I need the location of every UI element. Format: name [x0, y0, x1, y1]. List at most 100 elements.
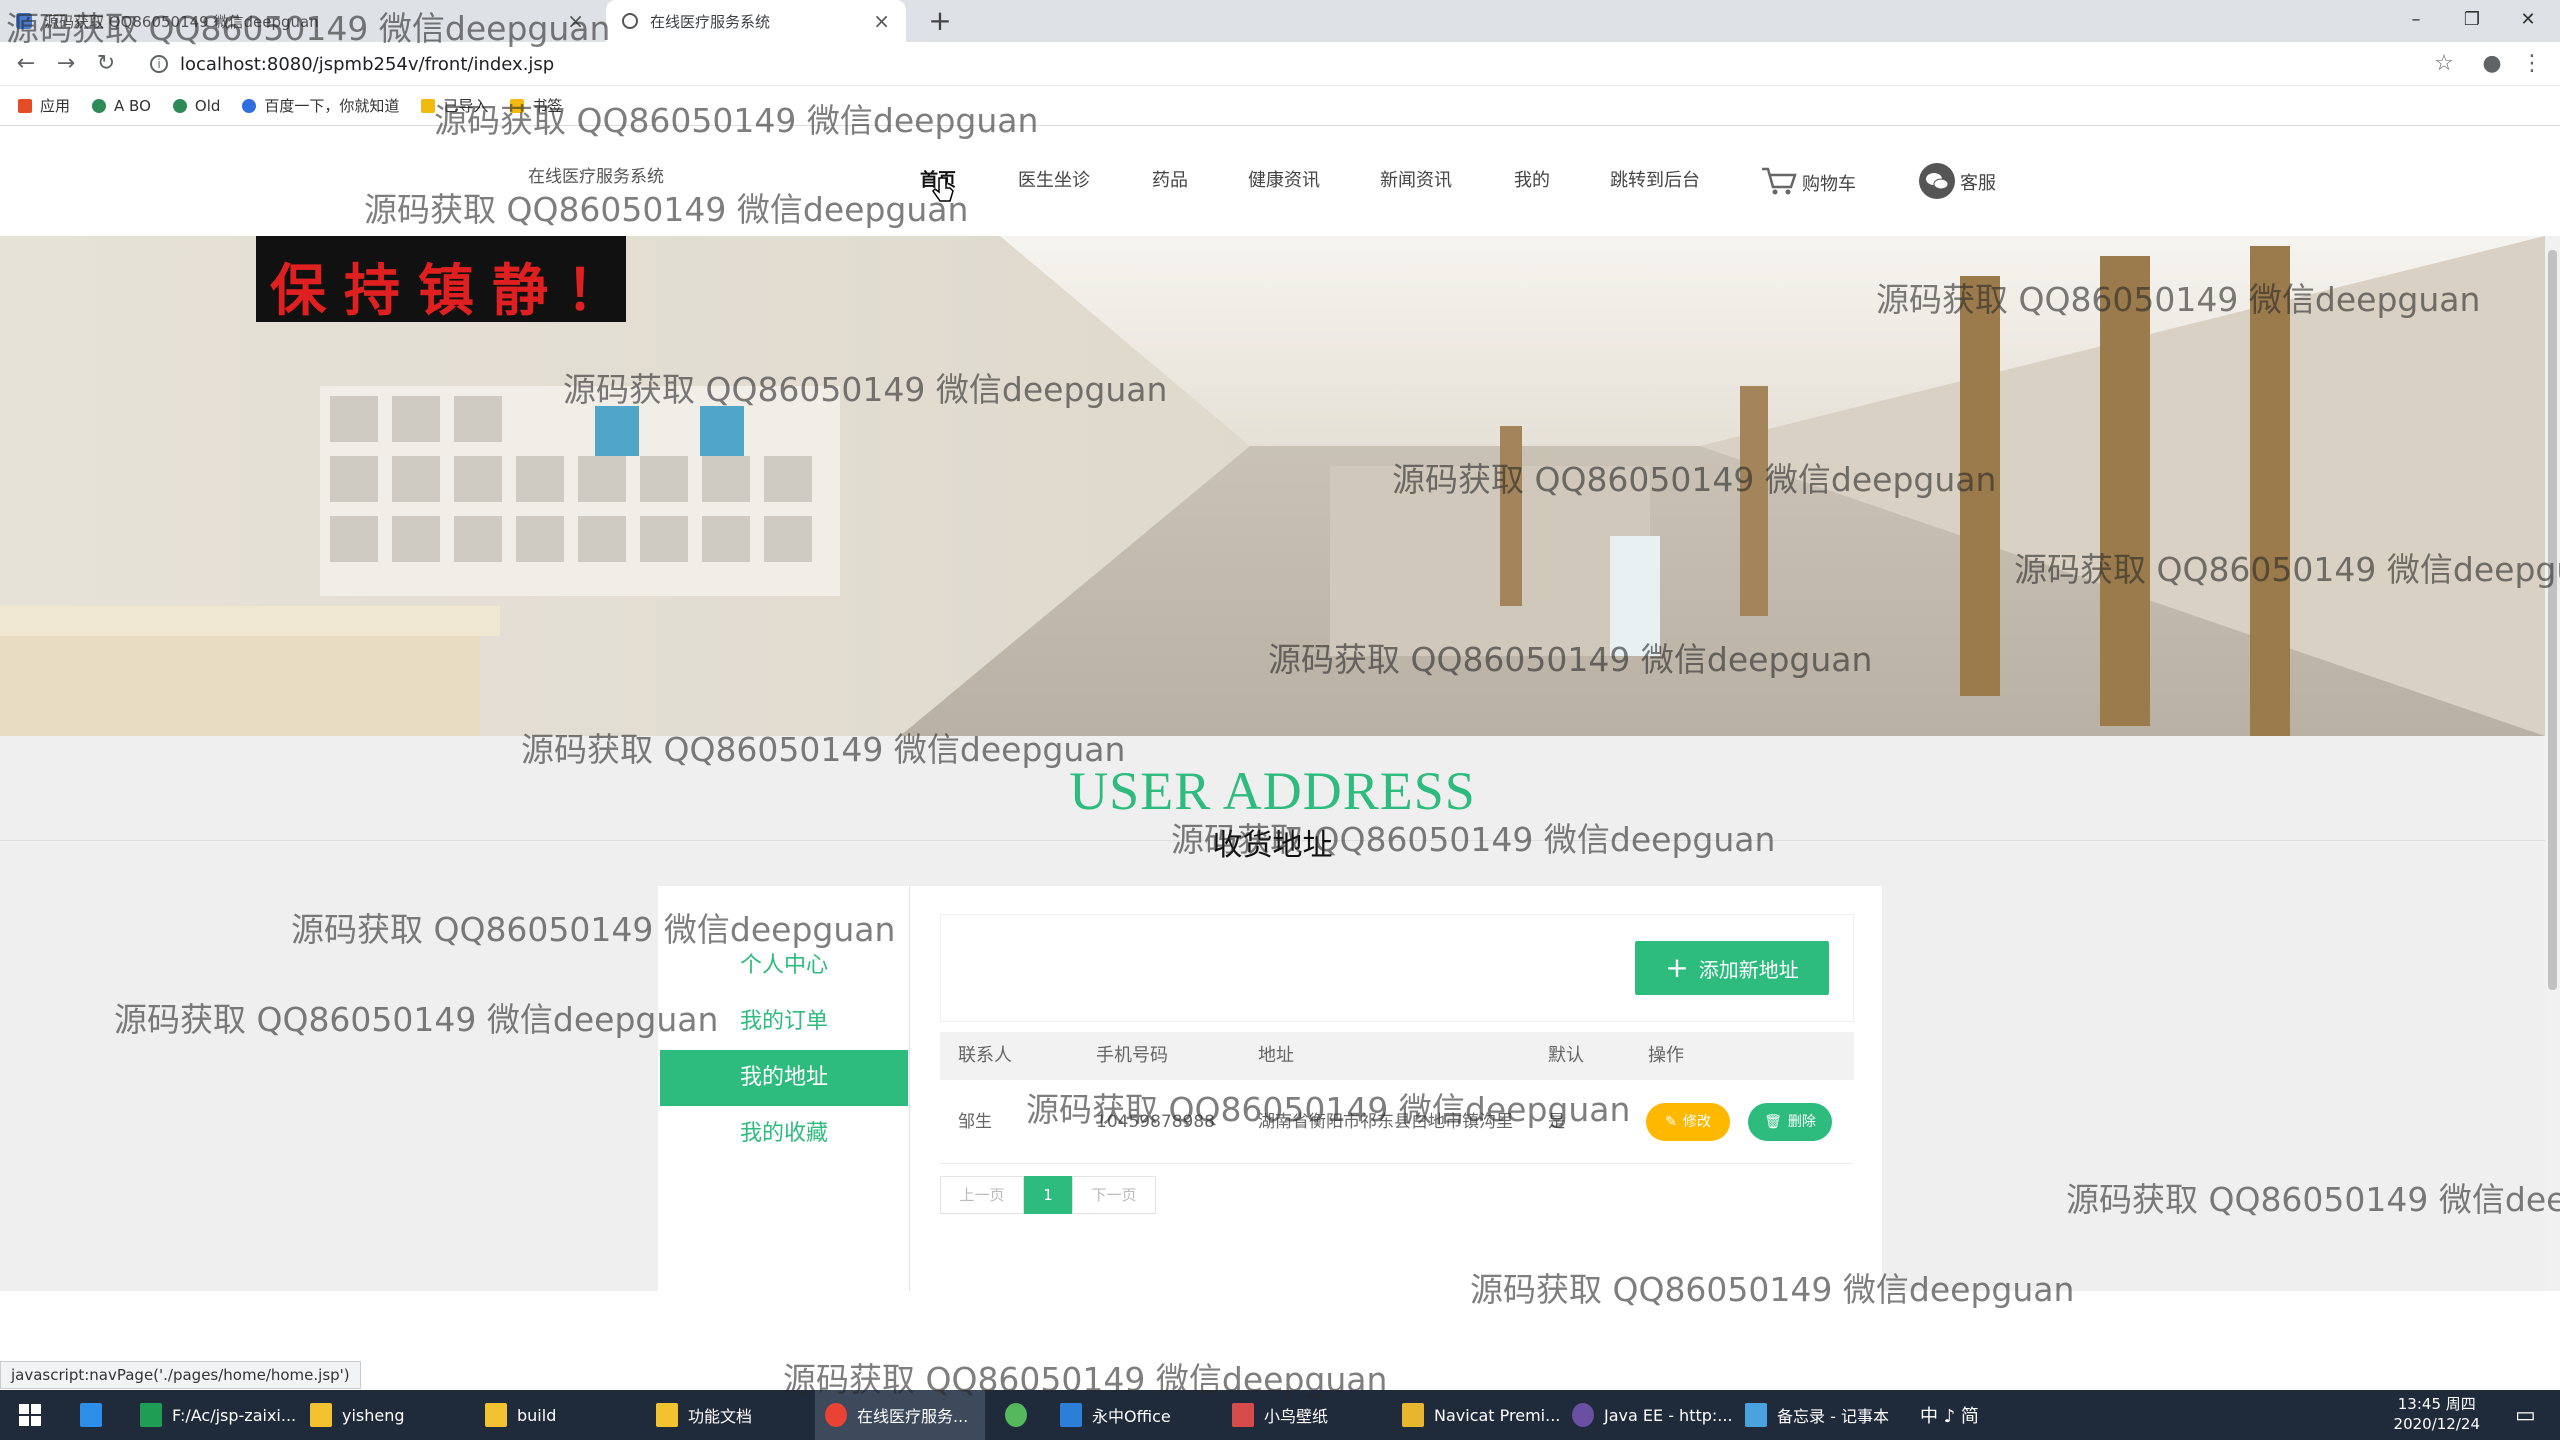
folder-icon — [510, 98, 525, 113]
nav-admin[interactable]: 跳转到后台 — [1610, 166, 1700, 196]
page-number-current[interactable]: 1 — [1024, 1176, 1072, 1214]
maximize-button[interactable]: ❐ — [2444, 0, 2500, 42]
nav-news[interactable]: 新闻资讯 — [1380, 166, 1452, 196]
site-header: 在线医疗服务系统 首页 医生坐诊 药品 健康资讯 新闻资讯 我的 跳转到后台 购… — [0, 126, 2560, 236]
taskbar-item-active[interactable]: 在线医疗服务... — [815, 1390, 985, 1440]
taskbar-item[interactable]: build — [475, 1390, 566, 1440]
site-brand[interactable]: 在线医疗服务系统 — [528, 162, 664, 192]
notification-icon[interactable]: ▭ — [2505, 1390, 2546, 1440]
close-tab-icon[interactable]: × — [567, 9, 584, 33]
windows-start-icon[interactable] — [0, 1390, 60, 1440]
windows-taskbar: F:/Ac/jsp-zaixi... yisheng build 功能文档 在线… — [0, 1390, 2560, 1440]
app-icon — [80, 1403, 102, 1427]
url-text: localhost:8080/jspmb254v/front/index.jsp — [180, 53, 555, 75]
folder-icon — [656, 1403, 678, 1427]
hbuilder-icon — [140, 1403, 162, 1427]
col-default: 默认 — [1548, 1045, 1584, 1066]
bookmark-favicon-icon — [172, 98, 187, 113]
globe-icon — [622, 13, 638, 29]
tab-title: 在线医疗服务系统 — [650, 12, 771, 31]
bookmark-item[interactable]: A BO — [92, 97, 151, 115]
cell-contact: 邹生 — [958, 1112, 992, 1132]
cell-address: 湖南省衡阳市祁东县白地市镇沟里 — [1258, 1112, 1513, 1132]
browser-tab-active[interactable]: 在线医疗服务系统 × — [606, 0, 906, 42]
info-icon[interactable]: i — [150, 55, 168, 73]
section-subtitle: 收货地址 — [1212, 828, 1333, 863]
taskbar-item[interactable]: 永中Office — [1050, 1390, 1181, 1440]
browser-tab-bar: 源码获取 QQ86050149 微信deepguan × 在线医疗服务系统 × … — [0, 0, 2560, 42]
taskbar-clock[interactable]: 13:45 周四 2020/12/24 — [2394, 1394, 2480, 1434]
side-item-address[interactable]: 我的地址 — [660, 1050, 908, 1106]
new-tab-button[interactable]: + — [920, 2, 960, 40]
browser-status-bar: javascript:navPage('./pages/home/home.js… — [0, 1361, 361, 1389]
cell-phone: 10459878988 — [1096, 1112, 1215, 1132]
col-phone: 手机号码 — [1096, 1045, 1168, 1066]
taskbar-item[interactable]: F:/Ac/jsp-zaixi... — [130, 1390, 306, 1440]
notepad-icon — [1745, 1403, 1767, 1427]
edit-address-button[interactable]: ✎ 修改 — [1646, 1103, 1730, 1141]
nav-doctor[interactable]: 医生坐诊 — [1018, 166, 1090, 196]
col-actions: 操作 — [1648, 1045, 1684, 1066]
pencil-icon: ✎ — [1665, 1114, 1677, 1130]
profile-avatar-icon[interactable]: ● — [2472, 42, 2512, 86]
bookmark-star-icon[interactable]: ☆ — [2424, 42, 2464, 86]
taskbar-item[interactable]: Navicat Premi... — [1392, 1390, 1570, 1440]
taskbar-item[interactable] — [995, 1390, 1037, 1440]
reload-icon[interactable]: ↻ — [86, 42, 126, 86]
scrollbar-thumb[interactable] — [2548, 250, 2557, 990]
forward-arrow-icon[interactable]: → — [46, 42, 86, 86]
table-header: 联系人 手机号码 地址 默认 操作 — [940, 1032, 1854, 1080]
apps-grid-icon — [18, 98, 32, 113]
bookmark-item[interactable]: Old — [172, 97, 220, 115]
tab-favicon-icon — [16, 13, 32, 29]
pagination: 上一页 1 下一页 — [940, 1176, 1156, 1214]
side-item-favorites[interactable]: 我的收藏 — [660, 1106, 908, 1162]
row-actions: ✎ 修改 🗑 删除 — [1646, 1080, 1832, 1164]
office-icon — [1060, 1403, 1082, 1427]
minimize-button[interactable]: – — [2388, 0, 2444, 42]
nav-health-news[interactable]: 健康资讯 — [1248, 166, 1320, 196]
wechat-icon — [1919, 163, 1955, 199]
bookmark-item[interactable]: 已导入 — [421, 95, 488, 116]
table-row: 邹生 10459878988 湖南省衡阳市祁东县白地市镇沟里 是 ✎ 修改 🗑 删除 — [940, 1080, 1854, 1164]
taskbar-pinned-app[interactable] — [70, 1390, 112, 1440]
bookmark-item[interactable]: 百度一下，你就知道 — [242, 95, 399, 116]
menu-kebab-icon[interactable]: ⋮ — [2512, 42, 2552, 86]
nav-service[interactable]: 客服 — [1918, 163, 1996, 199]
col-contact: 联系人 — [958, 1045, 1012, 1066]
bookmark-item[interactable]: 书签 — [510, 95, 562, 116]
nav-cart[interactable]: 购物车 — [1760, 166, 1856, 196]
bookmark-apps[interactable]: 应用 — [18, 95, 70, 116]
app-circle-icon — [1005, 1403, 1027, 1427]
folder-icon — [421, 98, 436, 113]
taskbar-item[interactable]: 备忘录 - 记事本 — [1735, 1390, 1899, 1440]
side-item-profile[interactable]: 个人中心 — [660, 938, 908, 994]
system-tray[interactable]: 中 ♪ 简 — [1910, 1390, 1989, 1440]
address-toolbar: + 添加新地址 — [940, 914, 1854, 1022]
close-window-button[interactable]: ✕ — [2500, 0, 2556, 42]
prev-page-button[interactable]: 上一页 — [940, 1176, 1024, 1214]
tab-title: 源码获取 QQ86050149 微信deepguan — [44, 12, 319, 31]
add-address-button[interactable]: + 添加新地址 — [1635, 941, 1829, 995]
navicat-icon — [1402, 1403, 1424, 1427]
taskbar-item[interactable]: Java EE - http:... — [1562, 1390, 1743, 1440]
folder-icon — [485, 1403, 507, 1427]
wallpaper-icon — [1232, 1403, 1254, 1427]
nav-medicine[interactable]: 药品 — [1152, 166, 1188, 196]
back-arrow-icon[interactable]: ← — [6, 42, 46, 86]
delete-address-button[interactable]: 🗑 删除 — [1748, 1103, 1832, 1141]
side-item-orders[interactable]: 我的订单 — [660, 994, 908, 1050]
banner-led-sign: 保持镇静！ — [270, 258, 640, 324]
close-tab-icon[interactable]: × — [873, 9, 890, 33]
taskbar-item[interactable]: yisheng — [300, 1390, 415, 1440]
browser-tab[interactable]: 源码获取 QQ86050149 微信deepguan × — [0, 0, 600, 42]
chrome-icon — [825, 1403, 847, 1427]
address-bar[interactable]: i localhost:8080/jspmb254v/front/index.j… — [138, 46, 2428, 82]
next-page-button[interactable]: 下一页 — [1072, 1176, 1156, 1214]
trash-icon: 🗑 — [1764, 1114, 1782, 1130]
taskbar-item[interactable]: 功能文档 — [646, 1390, 762, 1440]
section-title: USER ADDRESS — [1069, 761, 1476, 821]
taskbar-item[interactable]: 小鸟壁纸 — [1222, 1390, 1338, 1440]
browser-toolbar: ← → ↻ i localhost:8080/jspmb254v/front/i… — [0, 42, 2560, 86]
nav-mine[interactable]: 我的 — [1514, 166, 1550, 196]
